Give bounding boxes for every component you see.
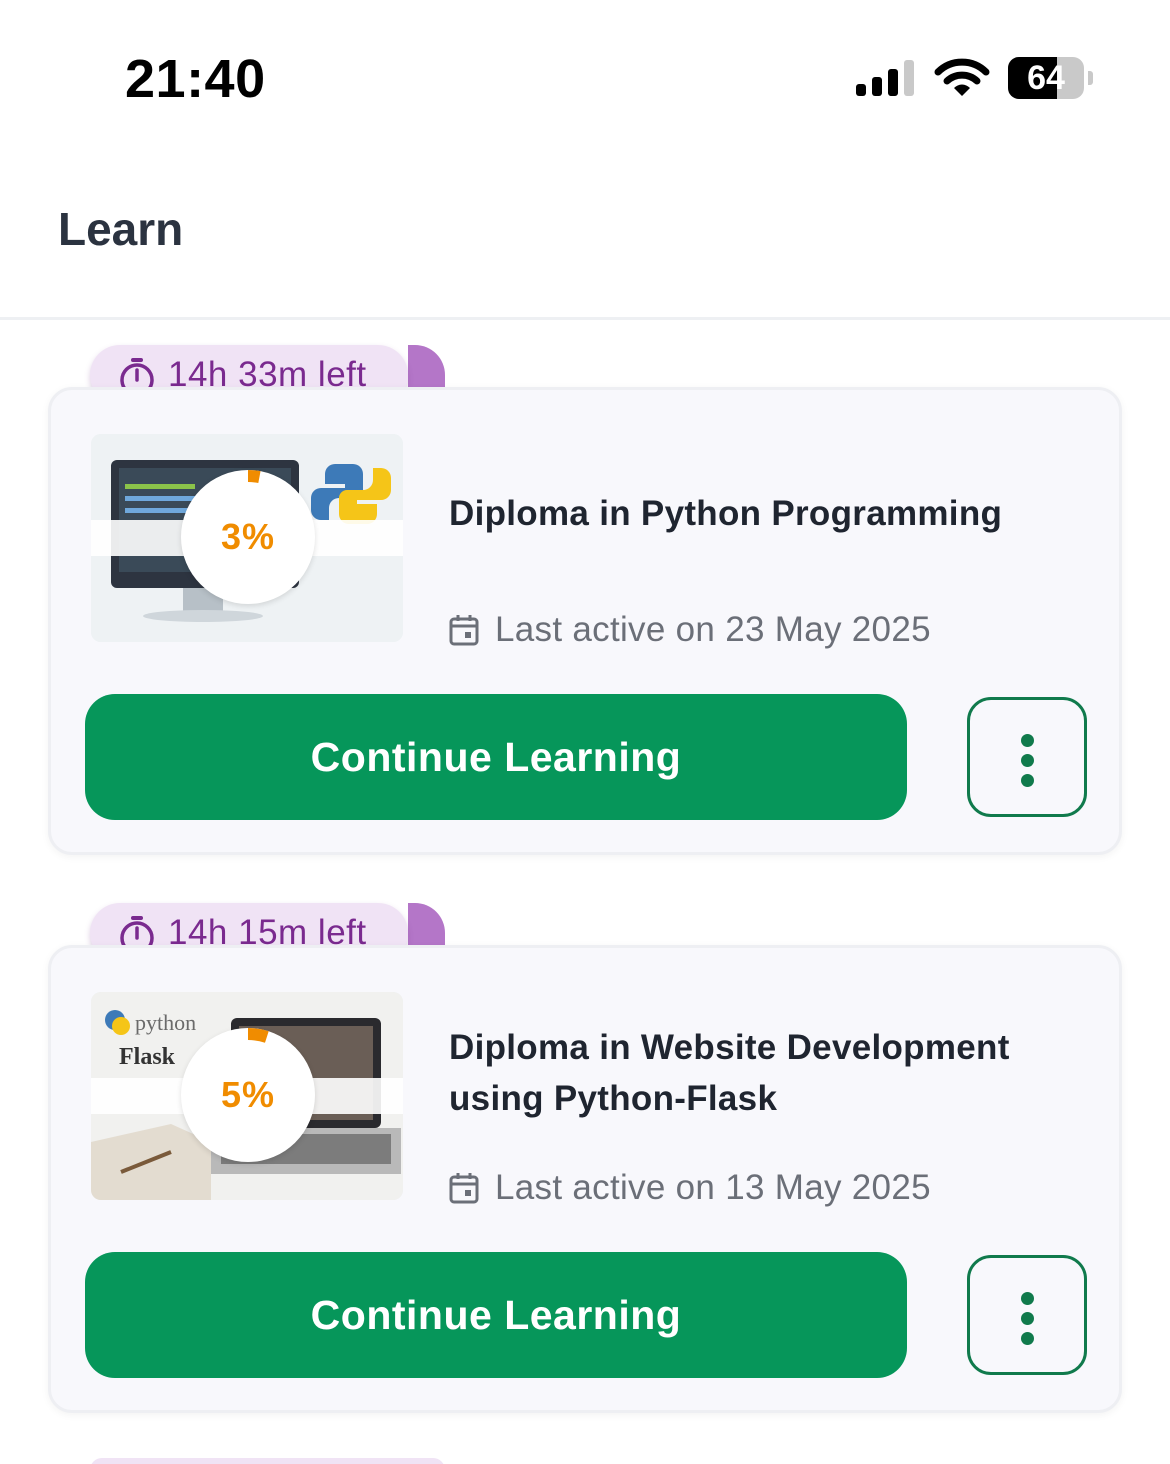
battery-icon: 64 [1008, 57, 1093, 99]
course-card-body: 3% Diploma in Python Programming Last ac… [48, 387, 1122, 855]
progress-percent: 5% [220, 1074, 276, 1115]
course-card: 14h 33m left 3% Diploma in Python Progra… [0, 345, 1170, 905]
last-active-text: Last active on 23 May 2025 [495, 610, 931, 649]
course-card-body: python Flask 5% Diploma in Website Devel… [48, 945, 1122, 1413]
course-progress: 5% [181, 1028, 315, 1162]
last-active-text: Last active on 13 May 2025 [495, 1168, 931, 1207]
status-bar: 21:40 64 [0, 0, 1170, 150]
calendar-icon [449, 1173, 479, 1204]
page-title: Learn [58, 203, 184, 255]
course-progress: 3% [181, 470, 315, 604]
calendar-icon [449, 615, 479, 646]
battery-level: 64 [1027, 59, 1065, 97]
progress-percent: 3% [220, 516, 276, 557]
course-title[interactable]: Diploma in Python Programming [449, 488, 1089, 539]
page-header: Learn [0, 150, 1170, 320]
course-thumbnail[interactable]: python Flask 5% [91, 992, 403, 1200]
wifi-icon [934, 58, 990, 96]
continue-learning-button[interactable]: Continue Learning [85, 694, 907, 820]
course-card: 14h 15m left python Flask 5% Diploma in … [0, 903, 1170, 1463]
course-thumbnail[interactable]: 3% [91, 434, 403, 642]
status-time: 21:40 [125, 49, 266, 109]
cellular-signal-icon [856, 60, 916, 96]
more-options-button[interactable] [967, 697, 1087, 817]
continue-learning-button[interactable]: Continue Learning [85, 1252, 907, 1378]
next-course-card-peek [90, 1458, 445, 1464]
course-title[interactable]: Diploma in Website Development using Pyt… [449, 1022, 1089, 1124]
more-options-button[interactable] [967, 1255, 1087, 1375]
svg-text:Flask: Flask [119, 1044, 176, 1070]
